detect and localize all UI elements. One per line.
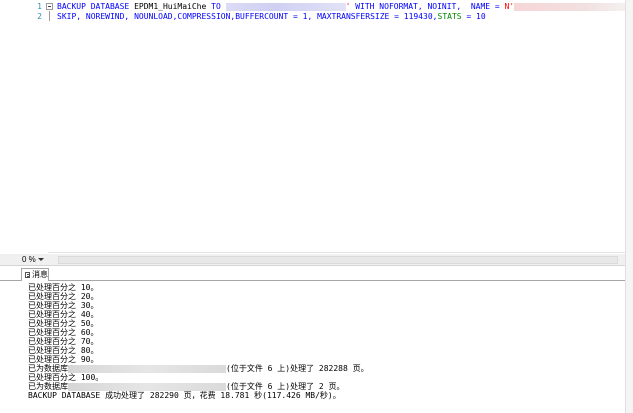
line-number: 1 xyxy=(37,2,42,11)
chevron-down-icon[interactable] xyxy=(38,258,44,261)
message-line: 已处理百分之 60。 xyxy=(28,328,99,337)
stats-value: = 10 xyxy=(461,12,486,21)
zoom-bar: 0 % xyxy=(0,254,633,266)
message-line: 已处理百分之 40。 xyxy=(28,310,99,319)
message-line: 已处理百分之 10。 xyxy=(28,283,99,292)
redacted-db-name xyxy=(68,382,226,391)
database-name: EPDM1_HuiMaiChe xyxy=(134,2,207,11)
redacted-name xyxy=(514,2,633,11)
message-line: 已为数据库 (位于文件 6 上)处理了 2 页。 xyxy=(28,382,345,391)
results-tabstrip: 消息 xyxy=(0,267,633,281)
query-editor[interactable]: 1 2 BACKUP DATABASE EPDM1_HuiMaiChe TO '… xyxy=(0,0,633,253)
line-number: 2 xyxy=(37,12,42,21)
redacted-db-name xyxy=(68,364,226,373)
message-line: 已处理百分之 30。 xyxy=(28,301,99,310)
message-icon xyxy=(25,272,30,278)
message-prefix: 已为数据库 xyxy=(28,382,68,391)
code-line-1[interactable]: BACKUP DATABASE EPDM1_HuiMaiChe TO ' WIT… xyxy=(57,2,633,12)
fold-guide xyxy=(49,11,50,21)
sql-keyword: WITH NOFORMAT, NOINIT, NAME = xyxy=(350,2,505,11)
code-line-2[interactable]: SKIP, NOREWIND, NOUNLOAD,COMPRESSION,BUF… xyxy=(57,12,486,22)
string-prefix: N' xyxy=(504,2,515,11)
zoom-level[interactable]: 0 % xyxy=(22,255,36,265)
tab-label: 消息 xyxy=(32,270,48,279)
message-line: BACKUP DATABASE 成功处理了 282290 页，花费 18.781… xyxy=(28,391,341,400)
sql-keyword: TO xyxy=(206,2,226,11)
message-line: 已处理百分之 80。 xyxy=(28,346,99,355)
tab-messages[interactable]: 消息 xyxy=(21,268,49,281)
message-line: 已处理百分之 70。 xyxy=(28,337,99,346)
stats-keyword: STATS xyxy=(437,12,462,21)
message-line: 已处理百分之 100。 xyxy=(28,373,104,382)
message-suffix: (位于文件 6 上)处理了 2 页。 xyxy=(226,382,345,391)
sql-keyword: BACKUP DATABASE xyxy=(57,2,135,11)
messages-pane[interactable]: 已处理百分之 10。 已处理百分之 20。 已处理百分之 30。 已处理百分之 … xyxy=(20,282,620,413)
sql-options: SKIP, NOREWIND, NOUNLOAD,COMPRESSION,BUF… xyxy=(57,12,438,21)
message-prefix: 已为数据库 xyxy=(28,364,68,373)
message-line: 已处理百分之 90。 xyxy=(28,355,99,364)
vertical-scrollbar[interactable] xyxy=(625,0,633,413)
message-line: 已处理百分之 20。 xyxy=(28,292,99,301)
horizontal-scrollbar[interactable] xyxy=(58,256,618,264)
collapse-icon[interactable] xyxy=(46,3,53,10)
message-line: 已处理百分之 50。 xyxy=(28,319,99,328)
redacted-path xyxy=(225,2,346,11)
message-suffix: (位于文件 6 上)处理了 282288 页。 xyxy=(226,364,369,373)
message-line: 已为数据库 (位于文件 6 上)处理了 282288 页。 xyxy=(28,364,369,373)
editor-gutter: 1 2 xyxy=(0,0,48,253)
